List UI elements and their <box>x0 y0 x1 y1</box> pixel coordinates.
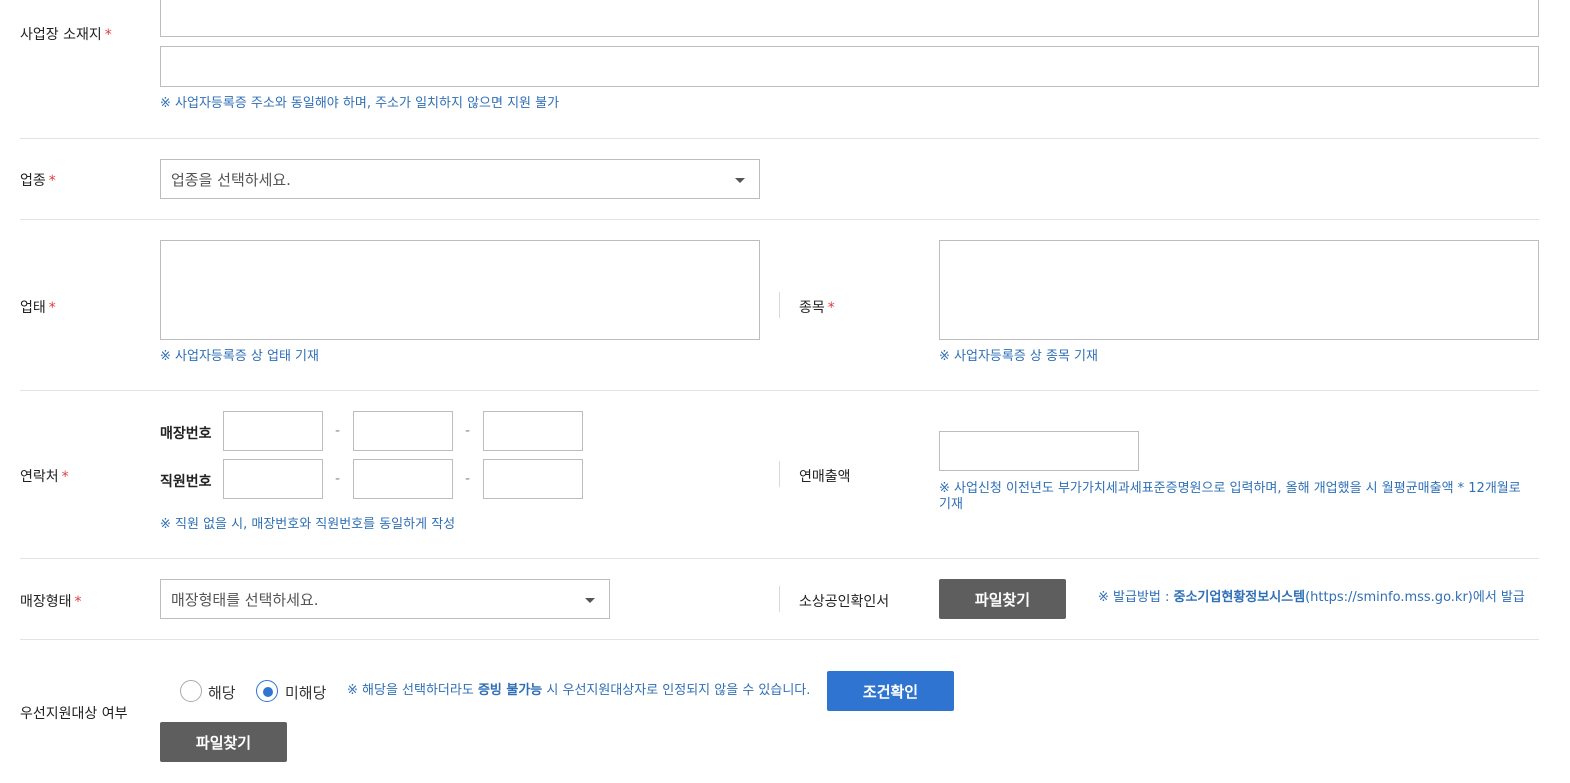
priority-no-radio[interactable] <box>256 680 278 702</box>
divider <box>20 558 1539 559</box>
priority-file-button[interactable]: 파일찾기 <box>160 722 287 762</box>
business-item-label: 종목 * <box>799 300 835 316</box>
store-phone-part3-input[interactable] <box>483 411 583 451</box>
priority-no-label[interactable]: 미해당 <box>285 682 326 703</box>
divider <box>20 138 1539 139</box>
annual-sales-input[interactable] <box>939 431 1139 471</box>
priority-note: ※ 해당을 선택하더라도 증빙 불가능 시 우선지원대상자로 인정되지 않을 수… <box>347 683 811 698</box>
staff-phone-label: 직원번호 <box>160 474 212 490</box>
certificate-label: 소상공인확인서 <box>799 594 890 610</box>
store-type-select[interactable]: 매장형태를 선택하세요. <box>160 579 610 619</box>
address-line2-input[interactable] <box>160 46 1539 87</box>
phone-dash: - <box>465 423 471 439</box>
address-note: ※ 사업자등록증 주소와 동일해야 하며, 주소가 일치하지 않으면 지원 불가 <box>160 96 560 111</box>
staff-phone-part2-input[interactable] <box>353 459 453 499</box>
business-item-note: ※ 사업자등록증 상 종목 기재 <box>939 349 1098 364</box>
business-type-textarea[interactable] <box>160 240 760 340</box>
phone-dash: - <box>335 471 341 487</box>
column-separator <box>779 292 780 318</box>
certificate-file-button[interactable]: 파일찾기 <box>939 579 1066 619</box>
industry-select[interactable]: 업종을 선택하세요. <box>160 159 760 199</box>
chevron-down-icon <box>735 178 745 183</box>
certificate-note: ※ 발급방법 : 중소기업현황정보시스템(https://sminfo.mss.… <box>1098 590 1525 605</box>
required-mark: * <box>61 469 69 485</box>
required-mark: * <box>104 27 112 43</box>
industry-select-value: 업종을 선택하세요. <box>171 170 291 189</box>
required-mark: * <box>827 300 835 316</box>
staff-phone-part3-input[interactable] <box>483 459 583 499</box>
store-phone-part2-input[interactable] <box>353 411 453 451</box>
annual-sales-note-line1: ※ 사업신청 이전년도 부가가치세과세표준증명원으로 입력하며, 올해 개업했을… <box>939 481 1521 496</box>
required-mark: * <box>48 173 56 189</box>
annual-sales-label: 연매출액 <box>799 469 851 485</box>
store-type-label: 매장형태 * <box>20 594 82 610</box>
required-mark: * <box>48 300 56 316</box>
phone-dash: - <box>335 423 341 439</box>
store-phone-label: 매장번호 <box>160 426 212 442</box>
priority-label: 우선지원대상 여부 <box>20 706 128 722</box>
divider <box>20 639 1539 640</box>
store-phone-part1-input[interactable] <box>223 411 323 451</box>
business-item-textarea[interactable] <box>939 240 1539 340</box>
industry-label: 업종 * <box>20 173 56 189</box>
divider <box>20 390 1539 391</box>
priority-yes-radio[interactable] <box>180 680 202 702</box>
chevron-down-icon <box>585 598 595 603</box>
business-type-note: ※ 사업자등록증 상 업태 기재 <box>160 349 319 364</box>
contact-label: 연락처 * <box>20 469 69 485</box>
annual-sales-note-line2: 기재 <box>939 497 963 512</box>
divider <box>20 219 1539 220</box>
address-line1-input[interactable] <box>160 0 1539 37</box>
priority-yes-label[interactable]: 해당 <box>208 682 236 703</box>
column-separator <box>779 461 780 487</box>
staff-phone-part1-input[interactable] <box>223 459 323 499</box>
phone-dash: - <box>465 471 471 487</box>
contact-note: ※ 직원 없을 시, 매장번호와 직원번호를 동일하게 작성 <box>160 517 456 532</box>
store-type-select-value: 매장형태를 선택하세요. <box>171 590 319 609</box>
business-type-label: 업태 * <box>20 300 56 316</box>
column-separator <box>779 586 780 612</box>
check-condition-button[interactable]: 조건확인 <box>827 671 954 711</box>
required-mark: * <box>74 594 82 610</box>
address-label: 사업장 소재지 * <box>20 27 112 43</box>
